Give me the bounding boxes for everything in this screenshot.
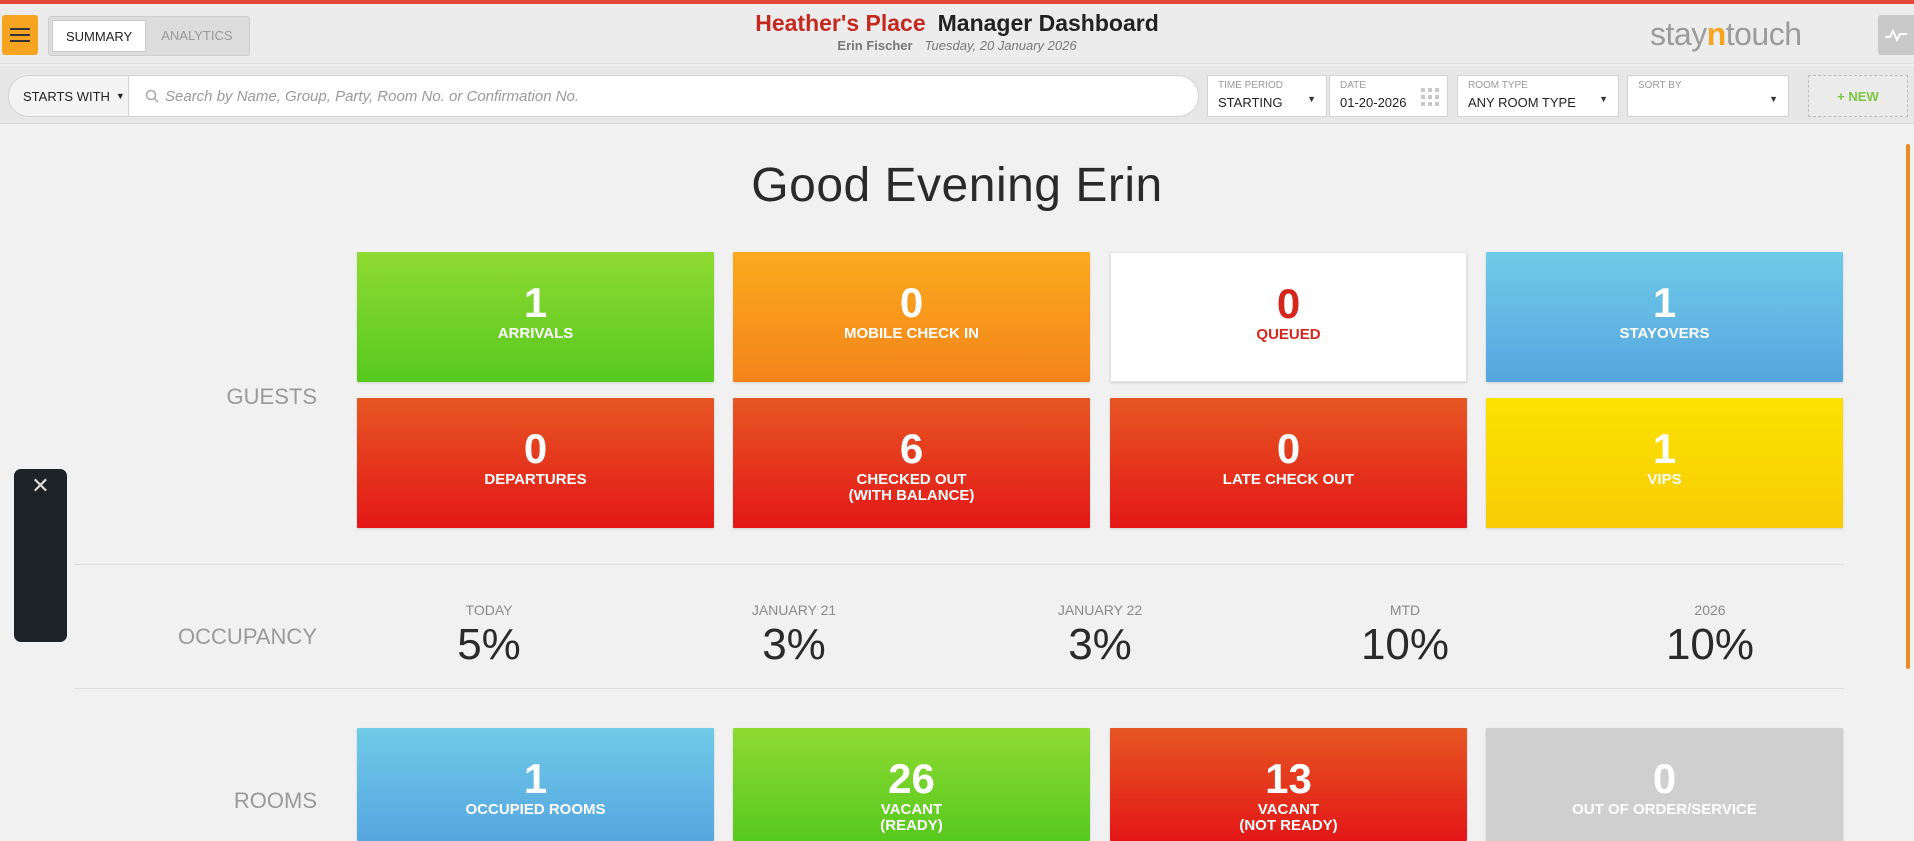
search-input[interactable] [165, 87, 1165, 105]
tile-mobile-check-in[interactable]: 0 MOBILE CHECK IN [733, 252, 1090, 382]
tile-vacant-not-ready[interactable]: 13 VACANT (NOT READY) [1110, 728, 1467, 841]
tile-vips[interactable]: 1 VIPS [1486, 398, 1843, 528]
stayntouch-logo: stayntouch [1650, 16, 1802, 52]
close-icon[interactable]: ✕ [14, 473, 67, 499]
hotel-name: Heather's Place [755, 10, 926, 36]
search-box: STARTS WITH ▼ [8, 75, 1199, 117]
occupancy-today: TODAY 5% [457, 602, 521, 669]
rooms-section-label: ROOMS [233, 788, 317, 813]
dashboard-tabs: SUMMARY ANALYTICS [48, 16, 250, 56]
app-header: SUMMARY ANALYTICS Heather's Place Manager… [0, 4, 1914, 64]
tile-occupied-rooms[interactable]: 1 OCCUPIED ROOMS [357, 728, 714, 841]
calendar-icon [1421, 88, 1439, 106]
current-date: Tuesday, 20 January 2026 [924, 38, 1077, 53]
tile-queued[interactable]: 0 QUEUED [1110, 252, 1467, 382]
starts-with-dropdown[interactable]: STARTS WITH ▼ [9, 76, 129, 116]
sort-by-select[interactable]: SORT BY ▼ [1627, 75, 1789, 117]
tile-arrivals[interactable]: 1 ARRIVALS [357, 252, 714, 382]
search-icon [145, 89, 159, 103]
page-title: Manager Dashboard [937, 10, 1159, 36]
section-divider [74, 564, 1844, 565]
floating-side-panel: ✕ [14, 469, 67, 642]
pulse-icon [1885, 28, 1907, 42]
section-divider [74, 688, 1844, 689]
occupancy-section-label: OCCUPANCY [178, 624, 317, 649]
occupancy-year: 2026 10% [1665, 602, 1755, 669]
caret-down-icon: ▼ [1769, 94, 1778, 104]
scrollbar[interactable] [1906, 144, 1910, 669]
occupancy-jan-21: JANUARY 21 3% [751, 602, 837, 669]
occupancy-mtd: MTD 10% [1360, 602, 1450, 669]
tab-summary[interactable]: SUMMARY [52, 20, 147, 52]
tab-analytics[interactable]: ANALYTICS [148, 20, 245, 52]
tile-out-of-order[interactable]: 0 OUT OF ORDER/SERVICE [1486, 728, 1843, 841]
main-menu-button[interactable] [2, 15, 38, 55]
hamburger-icon [10, 28, 30, 42]
caret-down-icon: ▼ [1307, 94, 1316, 104]
page-title-block: Heather's Place Manager Dashboard Erin Fi… [0, 10, 1914, 53]
date-picker[interactable]: DATE 01-20-2026 [1329, 75, 1448, 117]
caret-down-icon: ▼ [1599, 94, 1608, 104]
tile-departures[interactable]: 0 DEPARTURES [357, 398, 714, 528]
new-reservation-button[interactable]: + NEW [1808, 75, 1908, 117]
tile-late-check-out[interactable]: 0 LATE CHECK OUT [1110, 398, 1467, 528]
guests-section-label: GUESTS [226, 384, 317, 409]
caret-down-icon: ▼ [115, 91, 125, 101]
greeting: Good Evening Erin [751, 159, 1163, 212]
time-period-select[interactable]: TIME PERIOD STARTING ▼ [1207, 75, 1327, 117]
tile-checked-out-with-balance[interactable]: 6 CHECKED OUT (WITH BALANCE) [733, 398, 1090, 528]
room-type-select[interactable]: ROOM TYPE ANY ROOM TYPE ▼ [1457, 75, 1619, 117]
search-toolbar: STARTS WITH▼ TIME PERIOD STARTING ▼ DATE… [0, 66, 1914, 124]
occupancy-jan-22: JANUARY 22 3% [1057, 602, 1143, 669]
activity-pulse-button[interactable] [1878, 15, 1914, 55]
tile-stayovers[interactable]: 1 STAYOVERS [1486, 252, 1843, 382]
user-name: Erin Fischer [837, 38, 913, 53]
tile-vacant-ready[interactable]: 26 VACANT (READY) [733, 728, 1090, 841]
